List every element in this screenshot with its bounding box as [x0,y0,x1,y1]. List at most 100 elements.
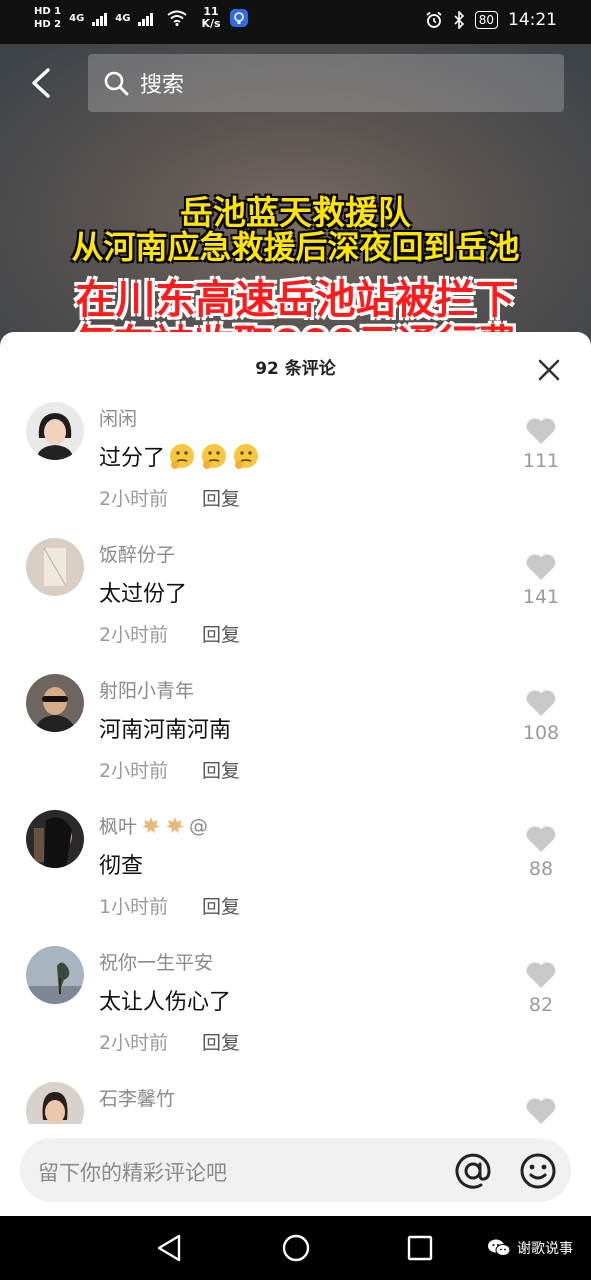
comment-username[interactable]: 石李馨竹 [99,1084,175,1111]
comment-text: 太过份了 [99,576,187,608]
back-arrow-icon[interactable] [26,66,60,100]
comments-header: 92 条评论 [0,332,591,402]
like-button[interactable]: 141 [513,552,569,608]
avatar[interactable] [26,538,84,596]
heart-icon[interactable] [525,688,557,718]
heart-icon[interactable] [525,416,557,446]
comment-list[interactable]: 闲闲 过分了 2小时前 回复 111 饭醉份子 太过份了 2小时前 回复 141… [0,402,591,1124]
comment-username-text: 枫叶 [99,816,138,838]
avatar[interactable] [26,402,84,460]
comment-username[interactable]: 闲闲 [99,404,137,431]
at-icon[interactable] [454,1152,492,1190]
comments-title: 92 条评论 [255,359,336,379]
search-placeholder: 搜索 [140,73,185,98]
watermark-text: 谢歌说事 [517,1241,573,1257]
search-icon [104,71,129,96]
close-icon[interactable] [537,358,561,382]
comment-time: 2小时前 [99,1032,169,1054]
battery-indicator: 80 [474,11,498,29]
hd2-label: HD 2 [34,19,62,30]
avatar[interactable] [26,810,84,868]
comment-username-suffix: @ [189,814,209,837]
like-count: 111 [522,450,560,472]
video-caption-line2: 从河南应急救援后深夜回到岳池 [71,228,520,266]
reply-button[interactable]: 回复 [202,756,240,783]
comments-sheet: 92 条评论 闲闲 过分了 2小时前 回复 111 饭醉份子 太过份了 2小时前… [0,332,591,1216]
network-type-1: 4G [69,12,85,24]
heart-icon[interactable] [525,552,557,582]
avatar[interactable] [26,674,84,732]
emoji-icon[interactable] [518,1151,558,1191]
comment-item: 闲闲 过分了 2小时前 回复 111 [0,402,591,538]
thinking-emoji-icon [170,444,195,469]
heart-icon[interactable] [525,824,557,854]
like-button[interactable] [513,1096,569,1124]
comment-username[interactable]: 枫叶 @ [99,812,208,839]
heart-icon[interactable] [525,960,557,990]
reply-button[interactable]: 回复 [202,892,240,919]
status-bar-left: HD 1 HD 2 4G 4G 11 K/s [34,6,249,30]
comment-item: 石李馨竹 [0,1082,591,1124]
bluetooth-icon [454,11,464,29]
comment-item: 饭醉份子 太过份了 2小时前 回复 141 [0,538,591,674]
nav-recent-icon[interactable] [407,1235,433,1261]
comment-text: 过分了 [99,440,261,472]
status-bar-right: 80 14:21 [425,10,557,30]
search-input[interactable]: 搜索 [88,54,564,112]
comment-time: 1小时前 [99,896,169,918]
comment-time: 2小时前 [99,760,169,782]
comment-input[interactable]: 留下你的精彩评论吧 [20,1138,571,1202]
comment-username[interactable]: 祝你一生平安 [99,948,213,975]
hd1-label: HD 1 [34,6,62,17]
avatar[interactable] [26,946,84,1004]
nav-back-icon[interactable] [155,1233,183,1263]
speed-unit: K/s [201,17,221,30]
reply-button[interactable]: 回复 [202,1028,240,1055]
app-notification-icon [229,9,248,27]
thinking-emoji-icon [234,444,259,469]
network-type-2: 4G [115,12,131,24]
signal-1-icon [92,10,108,26]
reply-button[interactable]: 回复 [202,484,240,511]
like-button[interactable]: 82 [513,960,569,1016]
watermark: 谢歌说事 [487,1238,573,1258]
comment-text: 彻查 [99,848,143,880]
comment-item: 枫叶 @ 彻查 1小时前 回复 88 [0,810,591,946]
like-button[interactable]: 111 [513,416,569,472]
comment-item: 祝你一生平安 太让人伤心了 2小时前 回复 82 [0,946,591,1082]
maple-leaf-icon [166,816,185,833]
system-nav-bar: 谢歌说事 [0,1216,591,1280]
comment-item: 射阳小青年 河南河南河南 2小时前 回复 108 [0,674,591,810]
reply-button[interactable]: 回复 [202,620,240,647]
wifi-icon [167,10,188,26]
like-button[interactable]: 88 [513,824,569,880]
like-count: 108 [522,722,560,744]
wechat-icon [488,1239,511,1256]
hd-indicator: HD 1 HD 2 [34,6,61,30]
comment-username[interactable]: 饭醉份子 [99,540,175,567]
comment-text-body: 过分了 [99,446,166,471]
network-speed: 11 K/s [201,6,220,30]
like-count: 82 [528,994,554,1016]
comment-username[interactable]: 射阳小青年 [99,676,194,703]
signal-2-icon [138,10,154,26]
thinking-emoji-icon [202,444,227,469]
like-button[interactable]: 108 [513,688,569,744]
comment-text-body: 太让人伤心了 [99,990,232,1015]
video-background[interactable]: 搜索 岳池蓝天救援队 从河南应急救援后深夜回到岳池 在川东高速岳池站被拦下 每车… [0,44,591,344]
comment-time: 2小时前 [99,624,169,646]
comment-text-body: 彻查 [99,854,144,879]
clock: 14:21 [508,10,557,30]
comment-text: 太让人伤心了 [99,984,231,1016]
comment-input-bar: 留下你的精彩评论吧 [0,1124,591,1216]
nav-home-icon[interactable] [281,1233,311,1263]
comment-text-body: 太过份了 [99,582,188,607]
avatar[interactable] [26,1082,84,1124]
like-count: 88 [528,858,554,880]
heart-icon[interactable] [525,1096,557,1124]
like-count: 141 [522,586,560,608]
comment-text-body: 河南河南河南 [99,718,232,743]
status-bar: HD 1 HD 2 4G 4G 11 K/s 80 14:21 [0,0,591,44]
comment-input-placeholder: 留下你的精彩评论吧 [38,1161,227,1185]
comment-time: 2小时前 [99,488,169,510]
